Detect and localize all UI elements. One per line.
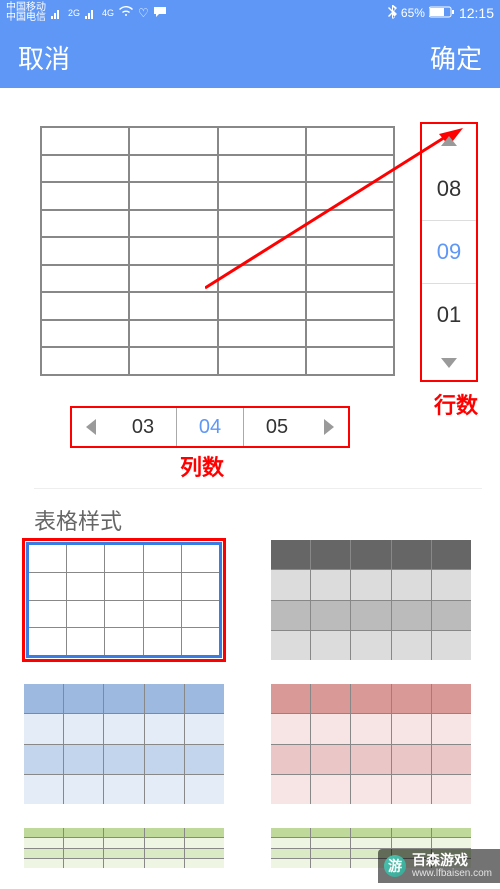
signal-1-icon <box>50 6 64 20</box>
col-left-button[interactable] <box>72 408 110 446</box>
status-left: 中国移动 中国电信 2G 4G ♡ <box>6 3 167 23</box>
col-count-label: 列数 <box>180 450 224 482</box>
col-value-next[interactable]: 05 <box>243 408 310 446</box>
heart-icon: ♡ <box>138 6 149 20</box>
col-value-selected[interactable]: 04 <box>176 408 243 446</box>
wifi-icon <box>118 6 134 21</box>
carrier-labels: 中国移动 中国电信 <box>6 3 46 23</box>
style-red-banded[interactable] <box>271 684 471 804</box>
clock-time: 12:15 <box>459 5 494 21</box>
table-preview <box>40 126 395 376</box>
row-value-next[interactable]: 01 <box>422 283 476 346</box>
header-bar: 取消 确定 <box>0 26 500 88</box>
col-value-prev[interactable]: 03 <box>110 408 176 446</box>
row-count-spinner[interactable]: 08 09 01 <box>420 122 478 382</box>
row-up-button[interactable] <box>422 124 476 158</box>
net-1: 2G <box>68 8 80 18</box>
status-bar: 中国移动 中国电信 2G 4G ♡ 65% 12:15 <box>0 0 500 26</box>
style-blue-banded[interactable] <box>24 684 224 804</box>
watermark: 游 百森游戏 www.lfbaisen.com <box>378 849 500 883</box>
row-value-prev[interactable]: 08 <box>422 158 476 220</box>
style-green-banded[interactable] <box>24 828 224 868</box>
watermark-url: www.lfbaisen.com <box>412 868 492 879</box>
confirm-button[interactable]: 确定 <box>430 39 482 76</box>
table-style-grid <box>24 540 482 868</box>
watermark-brand: 百森游戏 <box>412 853 492 868</box>
battery-icon <box>429 6 455 21</box>
carrier-2: 中国电信 <box>6 13 46 23</box>
battery-pct: 65% <box>401 6 425 20</box>
signal-2-icon <box>84 6 98 20</box>
col-right-button[interactable] <box>310 408 348 446</box>
table-style-title: 表格样式 <box>34 504 122 536</box>
row-down-button[interactable] <box>422 346 476 380</box>
chat-icon <box>153 6 167 21</box>
bluetooth-icon <box>388 5 397 22</box>
section-divider <box>34 488 482 489</box>
net-2: 4G <box>102 8 114 18</box>
status-right: 65% 12:15 <box>388 5 494 22</box>
row-count-label: 行数 <box>434 388 478 420</box>
style-plain-white[interactable] <box>24 540 224 660</box>
watermark-logo-icon: 游 <box>384 855 406 877</box>
row-value-selected[interactable]: 09 <box>422 220 476 283</box>
col-count-spinner[interactable]: 03 04 05 <box>70 406 350 448</box>
cancel-button[interactable]: 取消 <box>18 39 70 76</box>
style-gray-banded[interactable] <box>271 540 471 660</box>
